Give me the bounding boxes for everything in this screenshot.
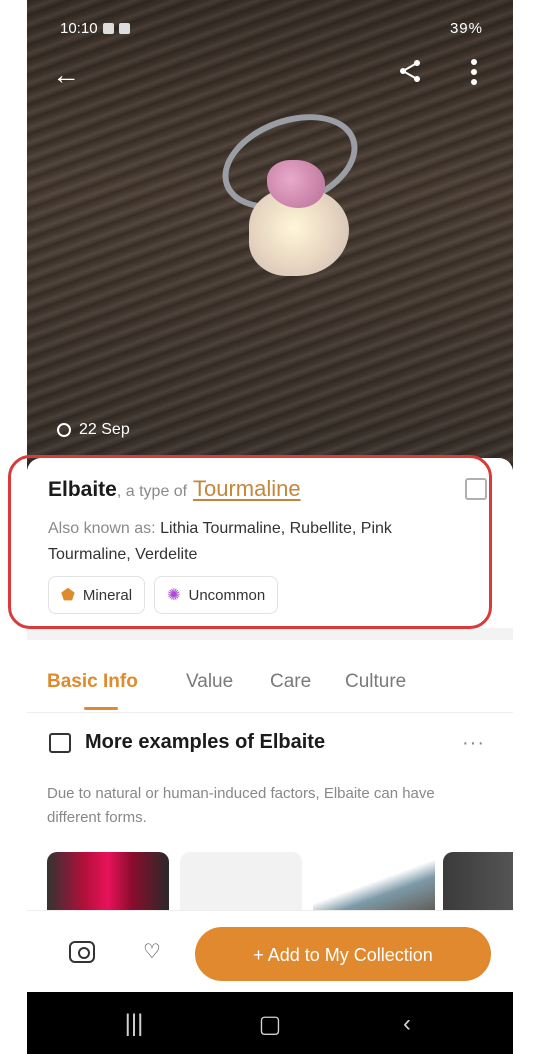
app-screen: 10:10 39% ← 22 Sep Elbaite, a type of To… [27, 0, 513, 1054]
more-horizontal-icon[interactable]: ··· [462, 732, 485, 755]
tab-value[interactable]: Value [186, 671, 233, 693]
edit-icon[interactable] [465, 478, 487, 500]
status-bar: 10:10 39% [27, 0, 513, 56]
chip-uncommon[interactable]: ✺ Uncommon [154, 576, 279, 614]
add-to-collection-button[interactable]: + Add to My Collection [195, 927, 491, 981]
share-icon[interactable] [393, 58, 427, 92]
status-time: 10:10 [60, 20, 130, 37]
gallery-icon [49, 732, 71, 753]
gem-icon: ⬟ [61, 587, 75, 604]
recents-icon[interactable]: ||| [114, 1010, 154, 1038]
sparkle-icon: ✺ [167, 587, 181, 604]
example-image[interactable] [443, 852, 513, 912]
system-nav-bar: ||| ▢ ‹ [27, 992, 513, 1054]
tab-basic-info[interactable]: Basic Info [47, 671, 138, 693]
examples-heading: More examples of Elbaite [49, 731, 325, 754]
example-thumbnails [47, 852, 513, 912]
heart-add-icon[interactable]: ♡ [139, 941, 165, 963]
tag-chips: ⬟ Mineral ✺ Uncommon [48, 576, 279, 614]
section-divider [27, 628, 513, 640]
example-image[interactable] [47, 852, 169, 912]
specimen-photo[interactable]: 10:10 39% ← 22 Sep [27, 0, 513, 470]
photo-date: 22 Sep [57, 421, 130, 439]
active-tab-indicator [84, 707, 118, 710]
specimen-name: Elbaite, a type of Tourmaline [48, 476, 301, 501]
identification-card: Elbaite, a type of Tourmaline Also known… [27, 458, 513, 628]
info-tabs: Basic Info Value Care Culture [27, 660, 513, 713]
tab-culture[interactable]: Culture [345, 671, 406, 693]
bottom-action-bar: ♡ + Add to My Collection [27, 910, 513, 993]
back-icon[interactable]: ‹ [387, 1010, 427, 1038]
examples-description: Due to natural or human-induced factors,… [47, 785, 435, 826]
chip-mineral[interactable]: ⬟ Mineral [48, 576, 146, 614]
battery-level: 39% [449, 20, 483, 37]
home-icon[interactable]: ▢ [250, 1010, 290, 1039]
back-arrow-icon[interactable]: ← [49, 58, 83, 92]
example-image[interactable] [313, 852, 435, 912]
tab-care[interactable]: Care [270, 671, 311, 693]
clock-icon [57, 423, 71, 437]
example-image[interactable] [180, 852, 302, 912]
more-vertical-icon[interactable] [457, 58, 491, 92]
also-known-as: Also known as: Lithia Tourmaline, Rubell… [48, 520, 392, 563]
camera-icon[interactable] [69, 941, 95, 963]
parent-type-link[interactable]: Tourmaline [193, 476, 301, 501]
